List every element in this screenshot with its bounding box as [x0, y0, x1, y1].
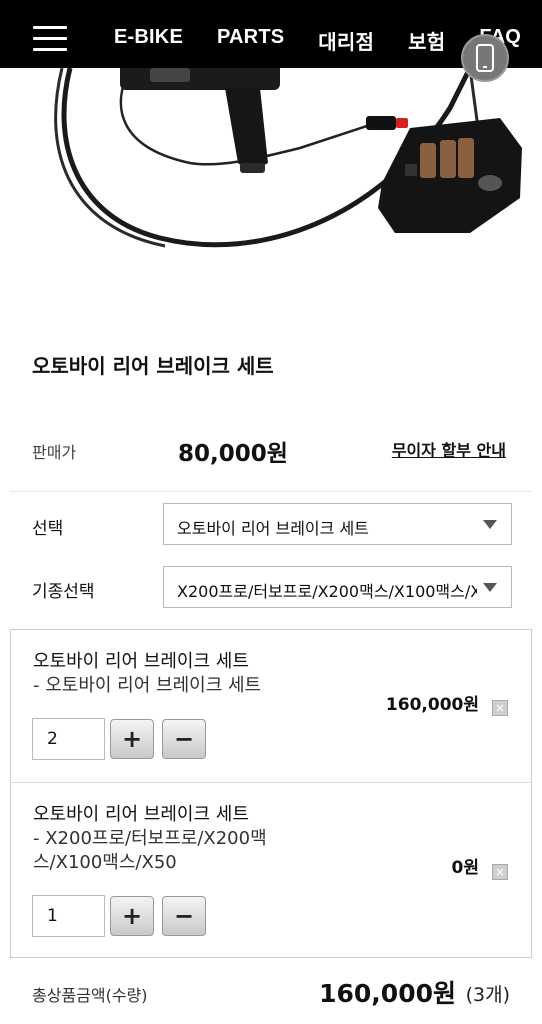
cart-item-name: 오토바이 리어 브레이크 세트	[33, 651, 249, 672]
cart-item: 오토바이 리어 브레이크 세트 - X200프로/터보프로/X200맥스/X10…	[11, 783, 531, 958]
cart-item-price: 0원	[451, 858, 479, 878]
hamburger-icon[interactable]	[33, 26, 67, 52]
cart-item: 오토바이 리어 브레이크 세트 - 오토바이 리어 브레이크 세트 160,00…	[11, 630, 531, 782]
nav-item-ebike[interactable]: E-BIKE	[114, 26, 183, 55]
product-title: 오토바이 리어 브레이크 세트	[32, 354, 274, 378]
total-row: 총상품금액(수량) 160,000원 (3개)	[0, 972, 542, 1012]
quantity-decrease-button[interactable]: −	[162, 719, 206, 759]
option-row-model: 기종선택 X200프로/터보프로/X200맥스/X100맥스/X50	[0, 566, 542, 610]
remove-item-button[interactable]: ×	[492, 700, 508, 716]
cart-item-option: - X200프로/터보프로/X200맥스/X100맥스/X50	[33, 828, 267, 873]
quantity-input[interactable]: 2	[32, 718, 105, 760]
option-label: 선택	[32, 519, 64, 539]
quantity-input[interactable]: 1	[32, 895, 105, 937]
divider	[10, 491, 532, 492]
model-option-label: 기종선택	[32, 582, 95, 602]
quantity-decrease-button[interactable]: −	[162, 896, 206, 936]
price-label: 판매가	[32, 443, 77, 462]
dropdown-arrow-icon	[483, 583, 497, 592]
total-quantity: (3개)	[465, 984, 510, 1006]
nav-item-parts[interactable]: PARTS	[217, 26, 284, 55]
model-select[interactable]: X200프로/터보프로/X200맥스/X100맥스/X50	[163, 566, 512, 608]
total-label: 총상품금액(수량)	[32, 986, 148, 1005]
quantity-increase-button[interactable]: +	[110, 896, 154, 936]
selected-items-box: 오토바이 리어 브레이크 세트 - 오토바이 리어 브레이크 세트 160,00…	[10, 629, 532, 958]
nav-item-dealers[interactable]: 대리점	[318, 26, 374, 55]
remove-item-button[interactable]: ×	[492, 864, 508, 880]
price-value: 80,000원	[178, 441, 288, 467]
cart-item-name: 오토바이 리어 브레이크 세트	[33, 804, 249, 825]
model-select-value: X200프로/터보프로/X200맥스/X100맥스/X50	[177, 582, 477, 601]
cart-item-price: 160,000원	[385, 695, 479, 715]
option-select-value: 오토바이 리어 브레이크 세트	[177, 519, 369, 538]
option-row-select: 선택 오토바이 리어 브레이크 세트	[0, 503, 542, 547]
cart-item-option: - 오토바이 리어 브레이크 세트	[33, 675, 262, 696]
option-select[interactable]: 오토바이 리어 브레이크 세트	[163, 503, 512, 545]
installment-info-link[interactable]: 무이자 할부 안내	[392, 437, 506, 461]
price-row: 판매가 80,000원 무이자 할부 안내	[0, 430, 542, 470]
product-image	[0, 68, 542, 328]
phone-call-button[interactable]	[461, 34, 509, 82]
total-price: 160,000원	[319, 979, 456, 1008]
dropdown-arrow-icon	[483, 520, 497, 529]
nav-item-insurance[interactable]: 보험	[408, 26, 445, 55]
phone-icon	[476, 44, 494, 72]
quantity-increase-button[interactable]: +	[110, 719, 154, 759]
